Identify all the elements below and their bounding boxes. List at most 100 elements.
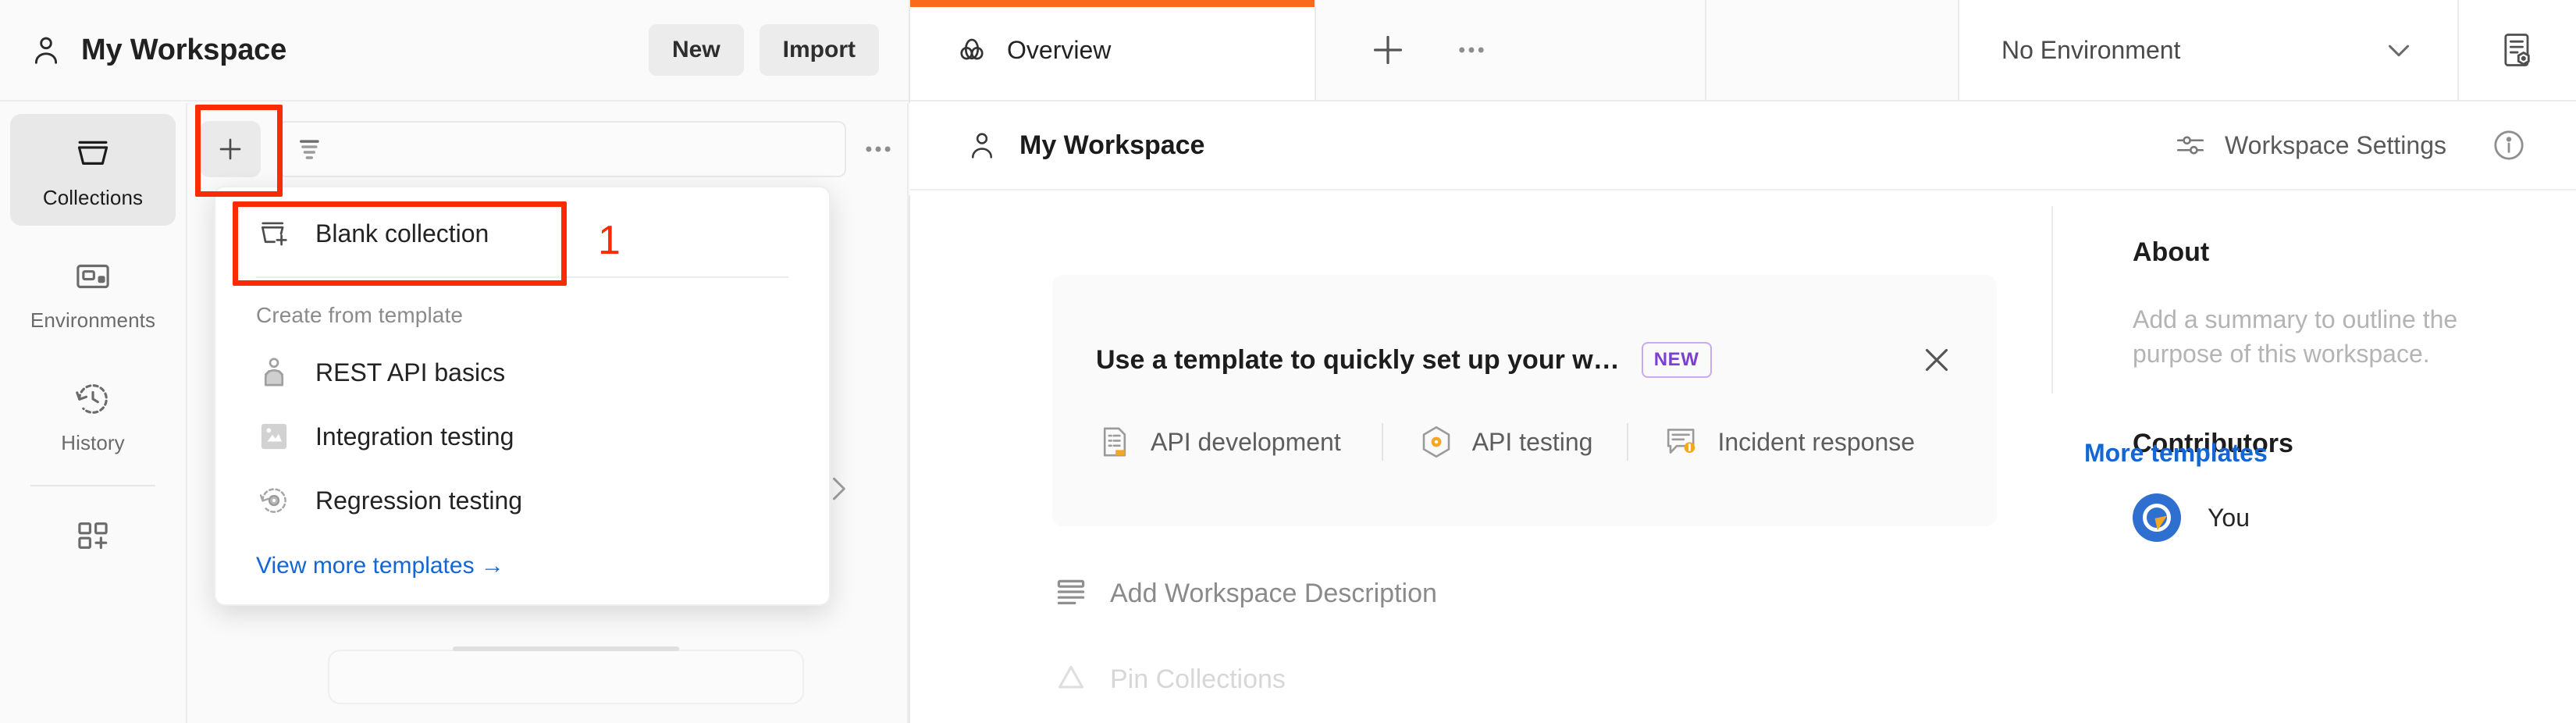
tab-more-button[interactable] xyxy=(1453,32,1489,68)
menu-item-blank-collection[interactable]: Blank collection xyxy=(215,201,829,265)
sidebar-right-edge xyxy=(907,103,909,723)
workspace-info-button[interactable] xyxy=(2490,126,2528,164)
new-button[interactable]: New xyxy=(649,24,744,76)
template-banner-header: Use a template to quickly set up your w…… xyxy=(1052,340,1997,379)
integration-testing-icon xyxy=(256,418,292,454)
environments-icon xyxy=(72,255,114,297)
environment-selected-label: No Environment xyxy=(2001,36,2180,65)
menu-item-rest-api-basics[interactable]: REST API basics xyxy=(215,340,829,404)
more-horizontal-icon xyxy=(1453,32,1489,68)
import-button[interactable]: Import xyxy=(760,24,879,76)
tab-label: Overview xyxy=(1007,36,1111,65)
menu-item-label: REST API basics xyxy=(315,358,505,387)
annotation-step-number: 1 xyxy=(598,217,621,264)
template-option-api-testing[interactable]: API testing xyxy=(1382,423,1628,461)
sidebar-item-label: Collections xyxy=(43,186,143,210)
menu-item-regression-testing[interactable]: Regression testing xyxy=(215,468,829,532)
overview-icon xyxy=(954,32,990,68)
info-circle-icon xyxy=(2490,126,2528,164)
menu-divider xyxy=(256,276,788,278)
template-option-api-development[interactable]: API development xyxy=(1096,423,1382,461)
more-templates-link[interactable]: More templates xyxy=(2084,439,2268,468)
workspace-settings-button[interactable]: Workspace Settings xyxy=(2173,128,2446,162)
sidebar-item-history[interactable]: History xyxy=(10,359,176,471)
menu-item-integration-testing[interactable]: Integration testing xyxy=(215,404,829,468)
collections-icon xyxy=(72,133,114,175)
contributor-name: You xyxy=(2208,504,2250,532)
action-label: Pin Collections xyxy=(1110,664,1286,695)
sidebar-more-button[interactable] xyxy=(851,122,906,176)
about-heading: About xyxy=(2133,237,2576,268)
person-icon xyxy=(965,128,999,162)
search-box[interactable] xyxy=(278,121,846,177)
template-banner: Use a template to quickly set up your w…… xyxy=(1052,275,1997,526)
sidebar-pane: My Workspace New Import Collections xyxy=(0,0,910,723)
pin-collections-button[interactable]: Pin Collections xyxy=(1052,661,2076,698)
template-banner-title: Use a template to quickly set up your w… xyxy=(1096,345,1620,376)
view-more-templates-link[interactable]: View more templates → xyxy=(215,532,829,584)
sidebar-rail: Collections Environments xyxy=(0,103,187,723)
sidebar-toolbar xyxy=(189,103,910,195)
tab-active-accent xyxy=(910,0,1315,7)
menu-item-label: Integration testing xyxy=(315,422,514,451)
template-option-label: API testing xyxy=(1472,428,1593,457)
template-option-label: Incident response xyxy=(1717,428,1915,457)
workspace-sub-header: My Workspace Workspace Settings xyxy=(910,102,2576,191)
page-title: My Workspace xyxy=(81,34,633,67)
rail-divider xyxy=(30,485,155,486)
menu-item-label: Blank collection xyxy=(315,219,489,248)
create-new-dropdown-menu: Blank collection Create from template RE… xyxy=(214,186,831,606)
template-banner-close-button[interactable] xyxy=(1917,340,1956,379)
workspace-settings-label: Workspace Settings xyxy=(2225,131,2446,160)
regression-testing-icon xyxy=(256,483,292,518)
description-icon xyxy=(1052,575,1090,612)
tab-bar-spacer xyxy=(1706,0,1959,100)
action-label: Add Workspace Description xyxy=(1110,579,1437,609)
pin-icon xyxy=(1052,661,1090,698)
plus-icon xyxy=(215,134,246,165)
overview-main-column: Use a template to quickly set up your w…… xyxy=(910,191,2076,721)
more-horizontal-icon xyxy=(861,132,895,166)
menu-item-label: Regression testing xyxy=(315,486,522,515)
sidebar-item-environments[interactable]: Environments xyxy=(10,237,176,348)
new-collection-icon xyxy=(256,215,292,251)
sidebar-item-label: Environments xyxy=(30,308,155,333)
add-workspace-description-button[interactable]: Add Workspace Description xyxy=(1052,575,2076,612)
menu-section-title: Create from template xyxy=(215,286,829,340)
add-module-icon xyxy=(72,515,114,557)
chevron-down-icon xyxy=(2381,32,2417,68)
search-input[interactable] xyxy=(337,137,829,162)
tab-bar: Overview No Environm xyxy=(910,0,2576,102)
sidebar-item-label: History xyxy=(61,431,125,455)
close-icon xyxy=(1917,340,1956,379)
sidebar-item-collections[interactable]: Collections xyxy=(10,114,176,226)
about-summary-placeholder[interactable]: Add a summary to outline the purpose of … xyxy=(2133,302,2460,371)
overview-body: Use a template to quickly set up your w…… xyxy=(910,191,2576,721)
tab-overview[interactable]: Overview xyxy=(910,0,1316,100)
sliders-icon xyxy=(2173,128,2208,162)
person-icon xyxy=(28,32,64,68)
create-new-button[interactable] xyxy=(200,121,261,177)
about-panel-divider xyxy=(2051,206,2053,394)
main-pane: Overview No Environm xyxy=(910,0,2576,723)
sidebar-workspace-header: My Workspace New Import xyxy=(0,0,909,102)
incident-response-icon xyxy=(1663,423,1700,461)
collection-placeholder-card xyxy=(328,650,804,704)
api-development-icon xyxy=(1096,423,1133,461)
status-badge: NEW xyxy=(1642,342,1712,378)
contributor-row[interactable]: You xyxy=(2133,493,2576,542)
avatar-cursor xyxy=(2155,516,2170,531)
environment-quick-look-icon xyxy=(2497,30,2538,70)
template-banner-options: API development API testing xyxy=(1052,423,1997,461)
sidebar-item-add-module[interactable] xyxy=(10,515,176,557)
environment-selector[interactable]: No Environment xyxy=(1959,0,2459,100)
history-icon xyxy=(72,378,114,420)
postman-app-window: My Workspace New Import Collections xyxy=(0,0,2576,723)
rest-api-basics-icon xyxy=(256,354,292,390)
avatar xyxy=(2133,493,2181,542)
environment-quick-look-button[interactable] xyxy=(2459,0,2576,100)
filter-icon[interactable] xyxy=(295,132,329,166)
template-option-incident-response[interactable]: Incident response xyxy=(1627,423,1949,461)
api-testing-icon xyxy=(1418,423,1455,461)
new-tab-button[interactable] xyxy=(1368,30,1408,70)
